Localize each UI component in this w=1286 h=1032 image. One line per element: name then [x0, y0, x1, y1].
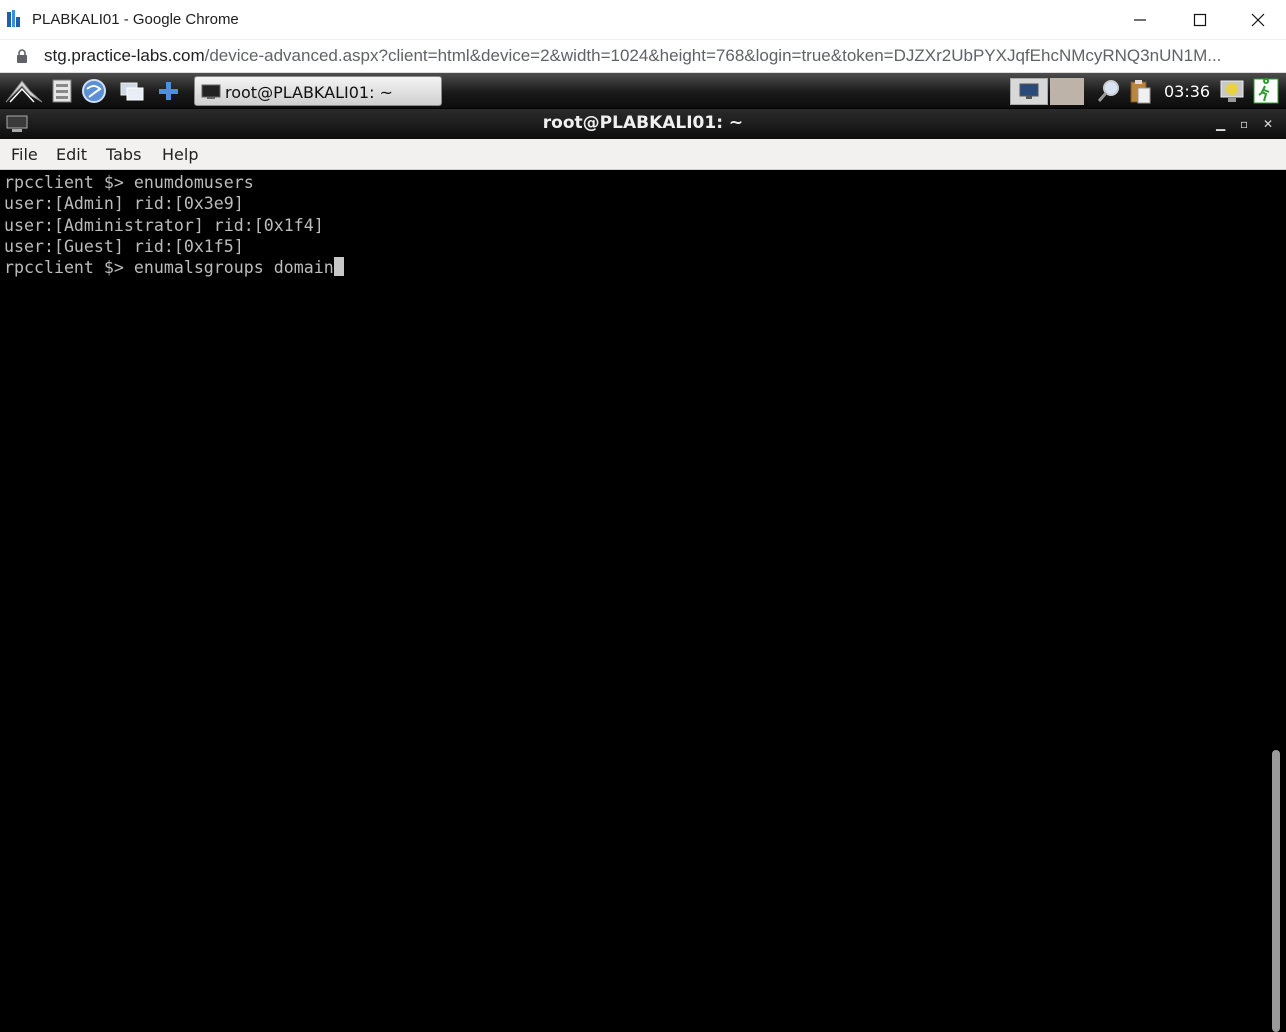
text-cursor [333, 257, 344, 277]
minimize-icon [1134, 19, 1146, 21]
screensaver-lock-icon[interactable] [1218, 77, 1246, 105]
show-desktop-icon[interactable] [118, 77, 146, 105]
file-manager-icon[interactable] [48, 77, 76, 105]
menu-file[interactable]: File [11, 145, 38, 164]
scrollbar-thumb[interactable] [1272, 750, 1280, 1032]
terminal-line: user:[Guest] rid:[0x1f5] [4, 236, 244, 256]
terminal-titlebar[interactable]: root@PLABKALI01: ~ ▁ ▫ ✕ [0, 109, 1286, 139]
clipboard-icon[interactable] [1126, 77, 1154, 105]
terminal-line: rpcclient $> enumdomusers [4, 173, 254, 192]
magnifier-icon[interactable] [1096, 77, 1124, 105]
maximize-button[interactable] [1180, 6, 1220, 34]
terminal-line: user:[Administrator] rid:[0x1f4] [4, 215, 324, 235]
menu-edit[interactable]: Edit [56, 145, 87, 164]
lock-icon [17, 49, 27, 63]
terminal-scrollbar[interactable] [1270, 170, 1286, 1032]
browser-titlebar: PLABKALI01 - Google Chrome [0, 0, 1286, 40]
workspace-pager-2[interactable] [1050, 78, 1084, 105]
terminal-minimize-button[interactable]: ▁ [1216, 117, 1225, 131]
terminal-close-button[interactable]: ✕ [1263, 117, 1273, 131]
remote-desktop[interactable]: root@PLABKALI01: ~ 03:36 root@PLABKALI01… [0, 73, 1286, 1032]
desktop-monitor-icon [1019, 83, 1039, 99]
terminal-input-text: rpcclient $> enumalsgroups domain [4, 258, 334, 278]
terminal-window-title: root@PLABKALI01: ~ [542, 113, 744, 133]
logout-icon[interactable] [1252, 77, 1280, 105]
menu-help[interactable]: Help [162, 145, 198, 164]
taskbar-terminal-label: root@PLABKALI01: ~ [225, 83, 393, 102]
web-browser-icon[interactable] [80, 77, 108, 105]
terminal-line: user:[Admin] rid:[0x3e9] [4, 194, 244, 214]
workspace-pager[interactable] [1010, 78, 1048, 105]
desktop-panel: root@PLABKALI01: ~ 03:36 [0, 73, 1286, 109]
add-icon[interactable] [154, 77, 182, 105]
terminal-icon [201, 84, 221, 99]
menu-tabs[interactable]: Tabs [106, 145, 141, 164]
taskbar-terminal-button[interactable]: root@PLABKALI01: ~ [194, 76, 442, 106]
panel-clock[interactable]: 03:36 [1164, 82, 1210, 101]
terminal-output[interactable]: rpcclient $> enumdomusers user:[Admin] r… [0, 170, 1270, 1032]
url-host: stg.practice-labs.com [44, 46, 205, 65]
close-button[interactable] [1238, 6, 1278, 34]
lxde-menu-icon[interactable] [4, 77, 44, 105]
browser-window-title: PLABKALI01 - Google Chrome [32, 11, 239, 28]
url-path: /device-advanced.aspx?client=html&device… [204, 46, 1222, 65]
maximize-icon [1193, 13, 1207, 27]
terminal-input-line[interactable]: rpcclient $> enumalsgroups domain [4, 257, 1270, 278]
terminal-maximize-button[interactable]: ▫ [1240, 117, 1248, 131]
minimize-button[interactable] [1120, 6, 1160, 34]
url-text[interactable]: stg.practice-labs.com/device-advanced.as… [44, 46, 1274, 66]
close-icon [1251, 13, 1265, 27]
practice-labs-favicon [7, 10, 20, 27]
terminal-menubar: File Edit Tabs Help [0, 139, 1286, 170]
address-bar[interactable]: stg.practice-labs.com/device-advanced.as… [0, 40, 1286, 73]
